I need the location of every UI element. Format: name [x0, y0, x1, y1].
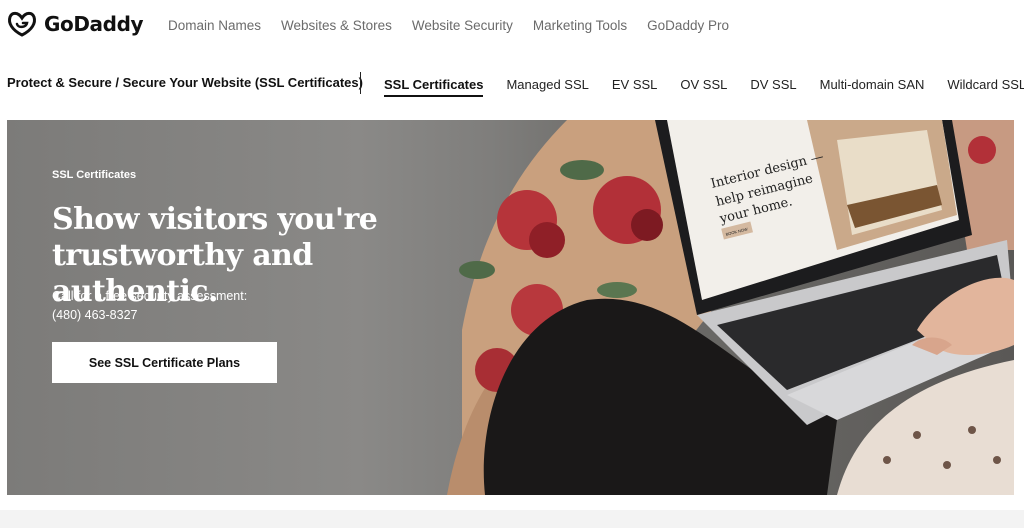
nav-marketing-tools[interactable]: Marketing Tools: [533, 18, 627, 33]
subnav-wildcard-ssl[interactable]: Wildcard SSL: [947, 77, 1024, 97]
hero-eyebrow: SSL Certificates: [52, 169, 137, 181]
see-ssl-plans-button[interactable]: See SSL Certificate Plans: [52, 342, 277, 383]
subnav-ev-ssl[interactable]: EV SSL: [612, 77, 658, 97]
subnav-divider: [360, 72, 361, 94]
subnav-managed-ssl[interactable]: Managed SSL: [506, 77, 588, 97]
subnav-multi-domain-san[interactable]: Multi-domain SAN: [820, 77, 925, 97]
brand-name: GoDaddy: [44, 12, 144, 36]
hero-banner: BOOK NOW Interior design — help reimagin…: [7, 120, 1014, 495]
godaddy-logo-link[interactable]: GoDaddy: [6, 10, 144, 38]
next-section-strip: [0, 510, 1024, 528]
subnav-dv-ssl[interactable]: DV SSL: [750, 77, 796, 97]
nav-websites-stores[interactable]: Websites & Stores: [281, 18, 392, 33]
hero-call-info: Call for a free security assessment: (48…: [52, 287, 247, 325]
top-header: GoDaddy Domain Names Websites & Stores W…: [0, 0, 1024, 56]
hero-call-text: Call for a free security assessment:: [52, 289, 248, 303]
top-nav: Domain Names Websites & Stores Website S…: [168, 18, 749, 33]
subnav-links: SSL Certificates Managed SSL EV SSL OV S…: [384, 77, 1024, 97]
nav-godaddy-pro[interactable]: GoDaddy Pro: [647, 18, 729, 33]
subnav-ssl-certificates[interactable]: SSL Certificates: [384, 77, 484, 97]
product-subnav: Protect & Secure / Secure Your Website (…: [0, 62, 1024, 108]
godaddy-logo-icon: [8, 11, 36, 37]
nav-domain-names[interactable]: Domain Names: [168, 18, 261, 33]
hero-phone-number[interactable]: (480) 463-8327: [52, 306, 247, 325]
breadcrumb: Protect & Secure / Secure Your Website (…: [7, 75, 363, 90]
subnav-ov-ssl[interactable]: OV SSL: [680, 77, 727, 97]
nav-website-security[interactable]: Website Security: [412, 18, 513, 33]
